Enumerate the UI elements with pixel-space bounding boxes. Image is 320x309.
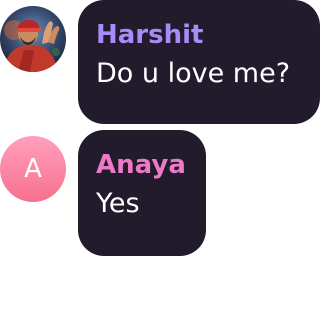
message-bubble[interactable]: Harshit Do u love me? bbox=[78, 0, 320, 124]
avatar[interactable] bbox=[0, 6, 66, 72]
message-text: Do u love me? bbox=[96, 58, 291, 89]
avatar[interactable]: A bbox=[0, 136, 66, 202]
sender-name: Harshit bbox=[96, 20, 204, 50]
message-text: Yes bbox=[96, 188, 140, 219]
sender-name: Anaya bbox=[96, 150, 186, 180]
avatar-initial: A bbox=[24, 154, 42, 184]
chat-thread: Harshit Do u love me? A Anaya Yes bbox=[0, 0, 320, 309]
message-bubble[interactable]: Anaya Yes bbox=[78, 130, 206, 256]
user-photo-icon bbox=[0, 6, 66, 72]
